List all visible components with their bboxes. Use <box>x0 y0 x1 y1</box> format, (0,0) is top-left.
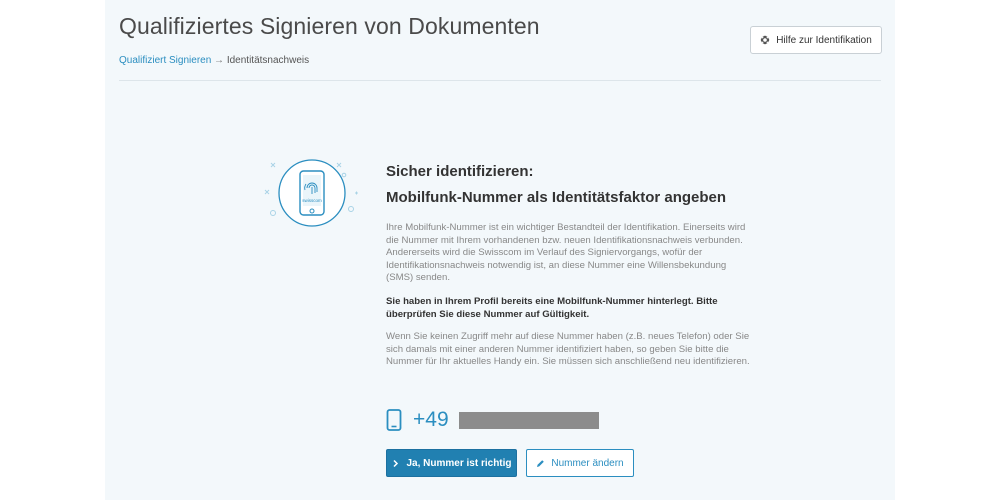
breadcrumb-current: Identitätsnachweis <box>226 55 310 66</box>
profile-number-notice: Sie haben in Ihrem Profil bereits eine M… <box>386 295 718 320</box>
swisscom-brand-label: swisscom <box>302 198 322 203</box>
mobile-phone-icon <box>386 409 402 431</box>
redacted-phone-number <box>458 411 599 429</box>
pencil-icon <box>536 459 545 468</box>
smartphone-fingerprint-icon: swisscom <box>255 155 365 235</box>
header-divider <box>119 80 881 81</box>
phone-number-display: +49 <box>386 406 599 434</box>
section-subheading: Mobilfunk-Nummer als Identitätsfaktor an… <box>386 189 727 206</box>
chevron-right-icon <box>391 459 400 468</box>
confirm-number-label: Ja, Nummer ist richtig <box>406 457 512 469</box>
breadcrumb-separator: → <box>211 55 227 66</box>
intro-paragraph: Ihre Mobilfunk-Nummer ist ein wichtiger … <box>386 222 746 284</box>
change-number-label: Nummer ändern <box>551 457 624 469</box>
lifebuoy-icon <box>760 35 770 45</box>
page-title: Qualifiziertes Signieren von Dokumenten <box>119 13 540 39</box>
confirm-number-button[interactable]: Ja, Nummer ist richtig <box>386 449 517 477</box>
help-button-label: Hilfe zur Identifikation <box>776 34 872 46</box>
new-number-hint: Wenn Sie keinen Zugriff mehr auf diese N… <box>386 331 750 368</box>
help-identification-button[interactable]: Hilfe zur Identifikation <box>750 26 882 54</box>
identification-content: Sicher identifizieren: Mobilfunk-Nummer … <box>386 163 751 369</box>
change-number-button[interactable]: Nummer ändern <box>526 449 634 477</box>
breadcrumb: Qualifiziert Signieren → Identitätsnachw… <box>119 55 309 66</box>
breadcrumb-link-qualified-signing[interactable]: Qualifiziert Signieren <box>119 55 211 66</box>
section-heading: Sicher identifizieren: <box>386 163 534 180</box>
country-code-prefix: +49 <box>413 408 449 431</box>
main-panel: Qualifiziertes Signieren von Dokumenten … <box>105 0 895 500</box>
